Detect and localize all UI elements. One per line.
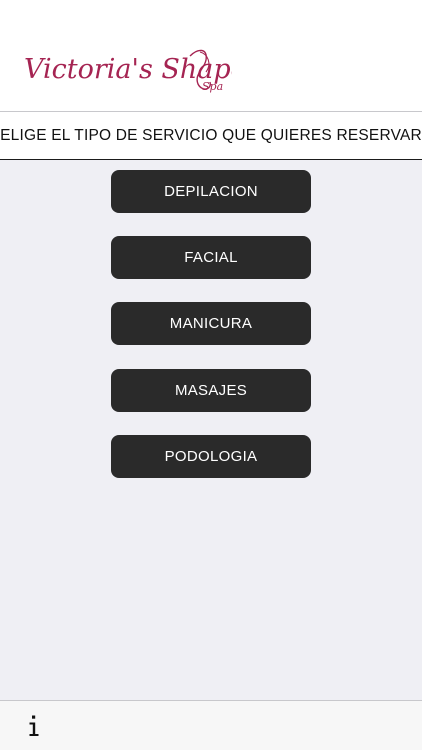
info-icon [29,715,39,736]
brand-logo: Victoria's Shapes Spa [24,49,232,93]
app-screen: Victoria's Shapes Spa ELIGE EL TIPO DE S… [0,0,422,750]
subtitle-bar: ELIGE EL TIPO DE SERVICIO QUE QUIERES RE… [0,112,422,160]
service-button-facial[interactable]: FACIAL [111,236,311,279]
service-button-depilacion[interactable]: DEPILACION [111,170,311,213]
service-button-manicura[interactable]: MANICURA [111,302,311,345]
info-button[interactable] [22,711,46,741]
bottom-toolbar [0,700,422,750]
service-button-podologia[interactable]: PODOLOGIA [111,435,311,478]
page-subtitle: ELIGE EL TIPO DE SERVICIO QUE QUIERES RE… [0,126,422,144]
header: Victoria's Shapes Spa [0,0,422,112]
service-button-masajes[interactable]: MASAJES [111,369,311,412]
logo-suffix: Spa [202,80,223,93]
